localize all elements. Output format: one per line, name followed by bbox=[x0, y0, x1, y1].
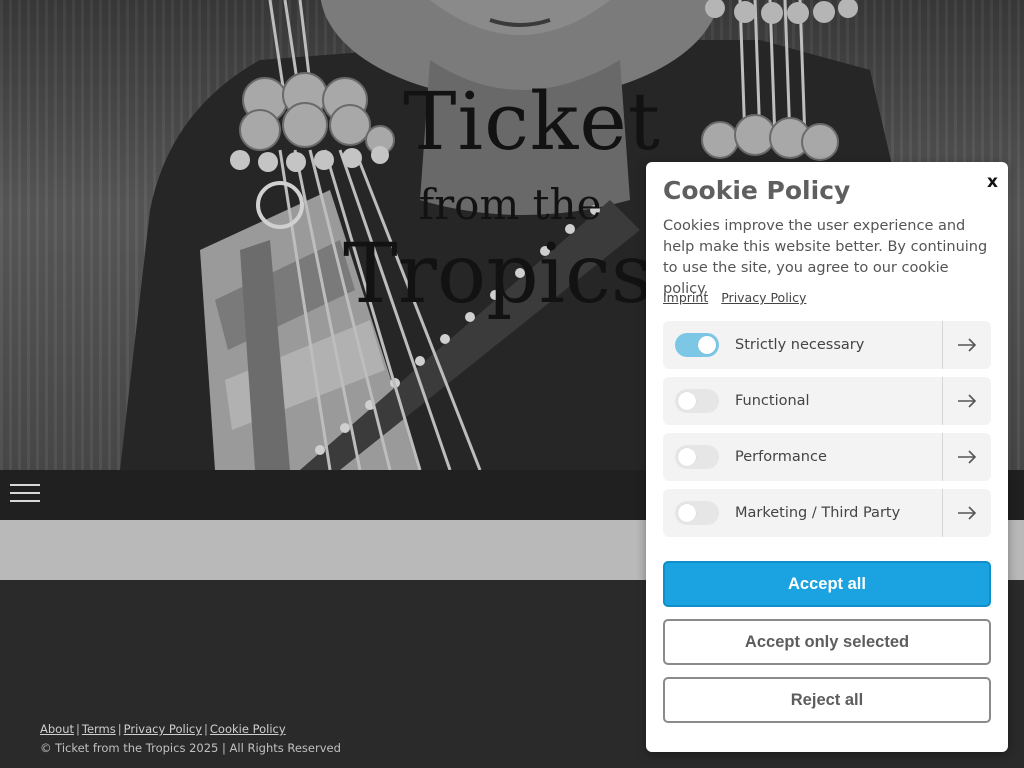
arrow-right-icon[interactable] bbox=[942, 433, 991, 481]
footer-separator: | bbox=[117, 722, 122, 736]
hamburger-menu-icon[interactable] bbox=[10, 484, 40, 506]
reject-all-button[interactable]: Reject all bbox=[663, 677, 991, 723]
privacy-policy-link[interactable]: Privacy Policy bbox=[721, 290, 806, 305]
cookie-description: Cookies improve the user experience and … bbox=[663, 218, 988, 297]
accept-selected-button[interactable]: Accept only selected bbox=[663, 619, 991, 665]
footer-link-privacy-policy[interactable]: Privacy Policy bbox=[124, 722, 202, 736]
strictly-necessary-toggle[interactable] bbox=[675, 333, 719, 357]
hero-title-line1: Ticket bbox=[403, 75, 661, 168]
category-label: Performance bbox=[735, 449, 827, 465]
arrow-right-icon[interactable] bbox=[942, 489, 991, 537]
functional-toggle[interactable] bbox=[675, 389, 719, 413]
footer-link-cookie-policy[interactable]: Cookie Policy bbox=[210, 722, 286, 736]
category-label: Functional bbox=[735, 393, 810, 409]
accept-all-button[interactable]: Accept all bbox=[663, 561, 991, 607]
cookie-title: Cookie Policy bbox=[663, 176, 851, 205]
marketing-toggle[interactable] bbox=[675, 501, 719, 525]
category-performance: Performance bbox=[663, 433, 991, 481]
category-label: Strictly necessary bbox=[735, 337, 865, 353]
footer-link-about[interactable]: About bbox=[40, 722, 74, 736]
footer-links: About | Terms | Privacy Policy | Cookie Policy bbox=[40, 720, 341, 738]
performance-toggle[interactable] bbox=[675, 445, 719, 469]
footer-separator: | bbox=[204, 722, 208, 736]
footer-link-terms[interactable]: Terms bbox=[82, 722, 116, 736]
category-label: Marketing / Third Party bbox=[735, 505, 901, 521]
category-marketing-third-party: Marketing / Third Party bbox=[663, 489, 991, 537]
footer-copyright: © Ticket from the Tropics 2025 | All Rig… bbox=[40, 741, 341, 755]
category-functional: Functional bbox=[663, 377, 991, 425]
imprint-link[interactable]: Imprint bbox=[663, 290, 708, 305]
category-strictly-necessary: Strictly necessary bbox=[663, 321, 991, 369]
footer-separator: | bbox=[76, 722, 80, 736]
cookie-links: Imprint Privacy Policy bbox=[663, 290, 819, 305]
footer: About | Terms | Privacy Policy | Cookie Policy… bbox=[40, 720, 341, 756]
arrow-right-icon[interactable] bbox=[942, 321, 991, 369]
arrow-right-icon[interactable] bbox=[942, 377, 991, 425]
close-button[interactable]: x bbox=[987, 174, 998, 191]
cookie-dialog: x Cookie Policy Cookies improve the user… bbox=[646, 162, 1008, 752]
